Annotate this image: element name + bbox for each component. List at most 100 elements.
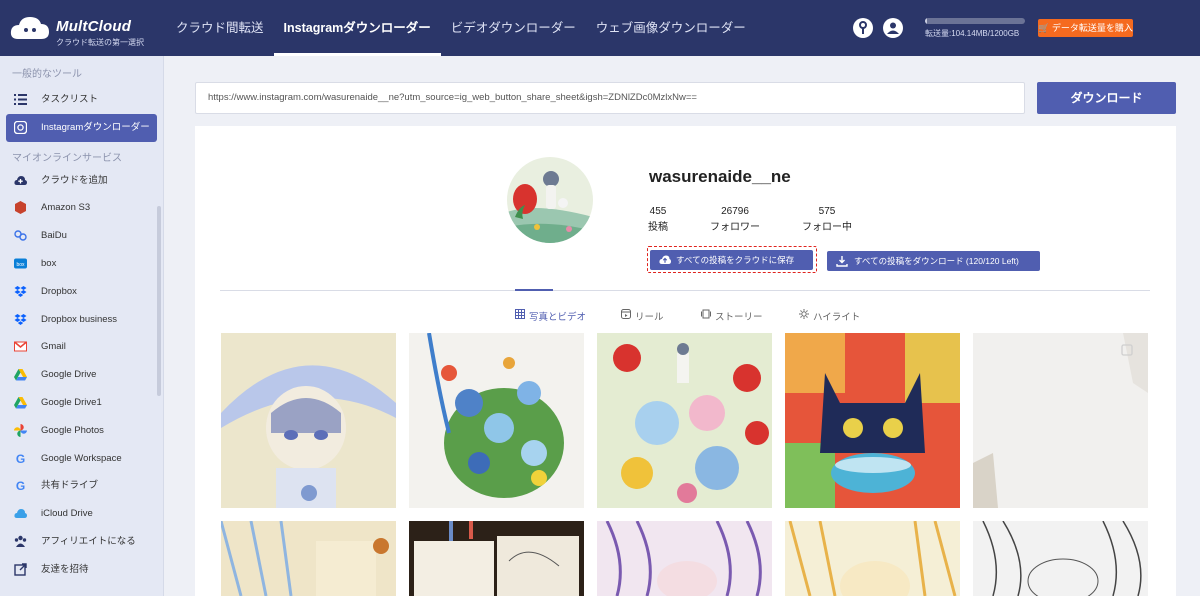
add-cloud-icon: [14, 175, 27, 185]
google-drive-icon: [14, 396, 27, 409]
sidebar-item-gmail[interactable]: Gmail: [0, 333, 163, 361]
sidebar-item-affiliate[interactable]: アフィリエイトになる: [0, 528, 163, 556]
svg-text:G: G: [16, 479, 25, 492]
sidebar-item-invite[interactable]: 友達を招待: [0, 556, 163, 584]
stat-followers: 26796 フォロワー: [705, 204, 765, 236]
cloud-upload-icon: [659, 255, 671, 264]
sidebar-item-label: 友達を招待: [41, 563, 89, 575]
sidebar-item-label: Google Drive: [41, 369, 97, 381]
tab-reels[interactable]: リール: [621, 309, 664, 323]
post-thumbnail[interactable]: [597, 521, 772, 596]
post-thumbnail[interactable]: [785, 521, 960, 596]
sidebar-item-label: Google Photos: [41, 424, 104, 436]
sidebar-item-label: アフィリエイトになる: [41, 535, 136, 547]
dropbox-icon: [14, 285, 27, 297]
sidebar-item-google-photos[interactable]: Google Photos: [0, 417, 163, 445]
dropbox-business-icon: [14, 313, 27, 325]
service-list: クラウドを追加 Amazon S3 BaiDu box box Dropbox Dropbo…: [0, 167, 163, 584]
nav-video-downloader[interactable]: ビデオダウンローダー: [441, 0, 586, 56]
brand-name: MultCloud: [56, 18, 132, 35]
stat-posts-value: 455: [649, 206, 667, 217]
save-to-cloud-button[interactable]: すべての投稿をクラウドに保存: [650, 250, 813, 270]
shared-drive-icon: G: [16, 479, 25, 492]
sidebar-item-shared-drive[interactable]: G 共有ドライブ: [0, 472, 163, 500]
tab-stories[interactable]: ストーリー: [701, 309, 763, 323]
profile-panel: wasurenaide__ne 455 投稿 26796 フォロワー 575 フ…: [195, 126, 1176, 596]
sidebar-item-baidu[interactable]: BaiDu: [0, 222, 163, 250]
task-list-icon: [14, 94, 27, 105]
url-input[interactable]: https://www.instagram.com/wasurenaide__n…: [195, 82, 1025, 114]
sidebar-item-label: Amazon S3: [41, 202, 91, 214]
icloud-icon: [14, 509, 27, 519]
grid-icon: [515, 309, 525, 319]
nav-cloud-transfer[interactable]: クラウド間転送: [166, 0, 274, 56]
download-button[interactable]: ダウンロード: [1037, 82, 1176, 114]
nav-instagram-downloader[interactable]: Instagramダウンローダー: [273, 0, 442, 56]
gmail-icon: [14, 341, 27, 352]
post-thumbnail[interactable]: [597, 333, 772, 508]
tab-label: 写真とビデオ: [529, 312, 587, 323]
nav-web-image-downloader[interactable]: ウェブ画像ダウンローダー: [586, 0, 756, 56]
active-tab-indicator: [515, 289, 553, 291]
post-thumbnail[interactable]: [785, 333, 960, 508]
google-workspace-icon: G: [16, 452, 25, 465]
tab-label: ハイライト: [813, 312, 861, 323]
tab-label: ストーリー: [715, 312, 763, 323]
sidebar-item-label: クラウドを追加: [41, 174, 108, 186]
sidebar-item-label: Google Workspace: [41, 452, 122, 464]
tab-highlights[interactable]: ハイライト: [799, 309, 860, 323]
sidebar-scrollbar[interactable]: [157, 206, 161, 396]
save-to-cloud-label: すべての投稿をクラウドに保存: [676, 255, 795, 265]
amazon-s3-icon: [15, 201, 26, 215]
sidebar-item-google-workspace[interactable]: G Google Workspace: [0, 445, 163, 473]
sidebar-item-google-drive[interactable]: Google Drive: [0, 361, 163, 389]
usage-text: 転送量:104.14MB/1200GB: [925, 29, 1020, 38]
sidebar-item-task-list[interactable]: タスクリスト: [0, 86, 163, 114]
sidebar-item-amazon-s3[interactable]: Amazon S3: [0, 194, 163, 222]
stat-posts: 455 投稿: [643, 204, 673, 236]
post-thumbnail[interactable]: [973, 333, 1148, 508]
sidebar-item-label: Gmail: [41, 341, 66, 353]
sidebar-item-icloud[interactable]: iCloud Drive: [0, 500, 163, 528]
sidebar-item-label: box: [41, 257, 57, 269]
usage-bar-fill: [925, 18, 927, 24]
cart-icon: 🛒: [1038, 23, 1050, 33]
usage-bar: [925, 18, 1025, 24]
download-all-button[interactable]: すべての投稿をダウンロード (120/120 Left): [827, 251, 1040, 271]
instagram-icon: [14, 120, 27, 134]
sidebar-item-dropbox-business[interactable]: Dropbox business: [0, 306, 163, 334]
post-thumbnail[interactable]: [221, 333, 396, 508]
sidebar-item-label: BaiDu: [41, 230, 67, 242]
key-icon[interactable]: [853, 18, 873, 38]
box-icon: box: [14, 258, 27, 269]
post-thumbnail[interactable]: [409, 521, 584, 596]
sidebar-item-dropbox[interactable]: Dropbox: [0, 278, 163, 306]
sidebar-item-instagram-downloader[interactable]: Instagramダウンローダー: [6, 113, 157, 142]
sidebar-item-label: Instagramダウンローダー: [41, 121, 150, 133]
sidebar-item-label: iCloud Drive: [41, 508, 93, 520]
stat-following: 575 フォロー中: [799, 204, 855, 236]
sidebar-item-label: 共有ドライブ: [41, 480, 99, 492]
sidebar-item-add-cloud[interactable]: クラウドを追加: [0, 167, 163, 195]
main-nav: クラウド間転送 Instagramダウンローダー ビデオダウンローダー ウェブ画…: [166, 0, 756, 56]
sidebar-item-label: Dropbox: [41, 285, 77, 297]
sidebar-item-google-drive[interactable]: Google Drive1: [0, 389, 163, 417]
transfer-usage: 転送量:104.14MB/1200GB: [925, 18, 1025, 39]
sidebar-item-label: Dropbox business: [41, 313, 118, 325]
post-thumbnail[interactable]: [409, 333, 584, 508]
baidu-icon: [14, 230, 27, 241]
post-thumbnail[interactable]: [973, 521, 1148, 596]
sidebar-item-label: タスクリスト: [41, 94, 99, 105]
sidebar-section-general: 一般的なツール: [12, 69, 82, 80]
post-thumbnail[interactable]: [221, 521, 396, 596]
tab-photos-videos[interactable]: 写真とビデオ: [515, 309, 586, 323]
sidebar-item-box[interactable]: box box: [0, 250, 163, 278]
download-all-label: すべての投稿をダウンロード (120/120 Left): [854, 256, 1019, 266]
logo[interactable]: MultCloud クラウド転送の第一選択: [10, 9, 150, 49]
user-icon[interactable]: [883, 18, 903, 38]
buy-data-button[interactable]: 🛒 データ転送量を購入: [1038, 19, 1133, 37]
highlight-icon: [799, 309, 809, 319]
sidebar-section-services: マイオンラインサービス: [12, 152, 122, 164]
sidebar: 一般的なツール タスクリスト Instagramダウンローダー マイオンラインサ…: [0, 56, 164, 596]
stat-following-value: 575: [818, 206, 836, 217]
